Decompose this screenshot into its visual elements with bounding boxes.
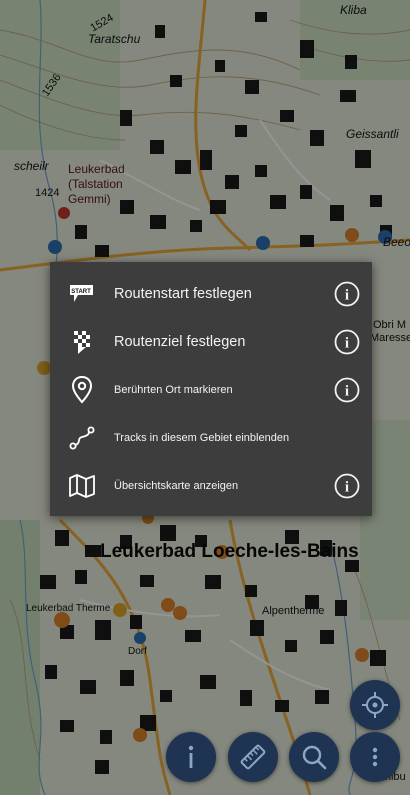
menu-item-show-tracks[interactable]: Tracks in diesem Gebiet einblenden <box>50 414 372 462</box>
menu-item-route-destination[interactable]: Routenziel festlegen i <box>50 318 372 366</box>
info-button[interactable]: i <box>322 270 372 318</box>
menu-item-label: Übersichtskarte anzeigen <box>114 480 239 492</box>
ruler-icon <box>240 744 266 770</box>
info-icon: i <box>334 281 360 307</box>
info-button[interactable]: i <box>322 366 372 414</box>
crosshair-icon <box>362 692 388 718</box>
menu-item-route-start[interactable]: START Routenstart festlegen i <box>50 270 372 318</box>
info-glyph: i <box>345 480 349 496</box>
map-icon <box>50 462 114 510</box>
info-i-icon <box>188 745 194 768</box>
map-pin-icon <box>50 366 114 414</box>
map-label-kliba: Kliba <box>340 3 367 17</box>
more-vertical-icon <box>372 747 378 767</box>
info-icon: i <box>334 329 360 355</box>
finish-flag-icon <box>50 318 114 366</box>
info-fab[interactable] <box>166 732 216 782</box>
search-icon <box>302 745 327 770</box>
info-glyph: i <box>345 336 349 352</box>
menu-item-label: Berührten Ort markieren <box>114 384 233 396</box>
map-label-leukerbad-station: Leukerbad <box>68 162 125 176</box>
map-label-scheilr: scheilr <box>14 159 49 173</box>
map-label-obri: Obri M <box>373 319 406 331</box>
info-button[interactable]: i <box>322 318 372 366</box>
info-icon: i <box>334 377 360 403</box>
info-button[interactable]: i <box>322 462 372 510</box>
map-label-taratschu: Taratschu <box>88 32 141 46</box>
more-button[interactable] <box>350 732 400 782</box>
menu-item-label: Routenziel festlegen <box>114 334 246 350</box>
map-label-alpentherme: Alpentherme <box>262 605 325 617</box>
menu-item-overview-map[interactable]: Übersichtskarte anzeigen i <box>50 462 372 510</box>
info-glyph: i <box>345 288 349 304</box>
info-glyph: i <box>345 384 349 400</box>
map-label-dorf: Dorf <box>128 646 147 657</box>
context-menu: START Routenstart festlegen i Routenziel… <box>50 262 372 516</box>
menu-item-label: Routenstart festlegen <box>114 286 252 302</box>
menu-item-label: Tracks in diesem Gebiet einblenden <box>114 432 290 444</box>
start-flag-icon: START <box>50 270 114 318</box>
map-label-maresse: Maresse <box>370 332 410 344</box>
map-label-town: Leukerbad Loeche-les-Bains <box>100 541 359 562</box>
track-icon <box>50 414 114 462</box>
info-icon: i <box>334 473 360 499</box>
map-label-beeo: Beeo <box>383 235 410 249</box>
map-label-1424: 1424 <box>35 187 60 199</box>
map-label-geissantli: Geissantli <box>346 127 399 141</box>
menu-item-mark-location[interactable]: Berührten Ort markieren i <box>50 366 372 414</box>
start-badge-text: START <box>71 289 91 295</box>
map-label-leukerbad-therme: Leukerbad Therme <box>26 603 111 614</box>
map-label-talstation: (Talstation <box>68 177 123 191</box>
search-button[interactable] <box>289 732 339 782</box>
ruler-button[interactable] <box>228 732 278 782</box>
map-label-gemmi: Gemmi) <box>68 192 111 206</box>
locate-button[interactable] <box>350 680 400 730</box>
